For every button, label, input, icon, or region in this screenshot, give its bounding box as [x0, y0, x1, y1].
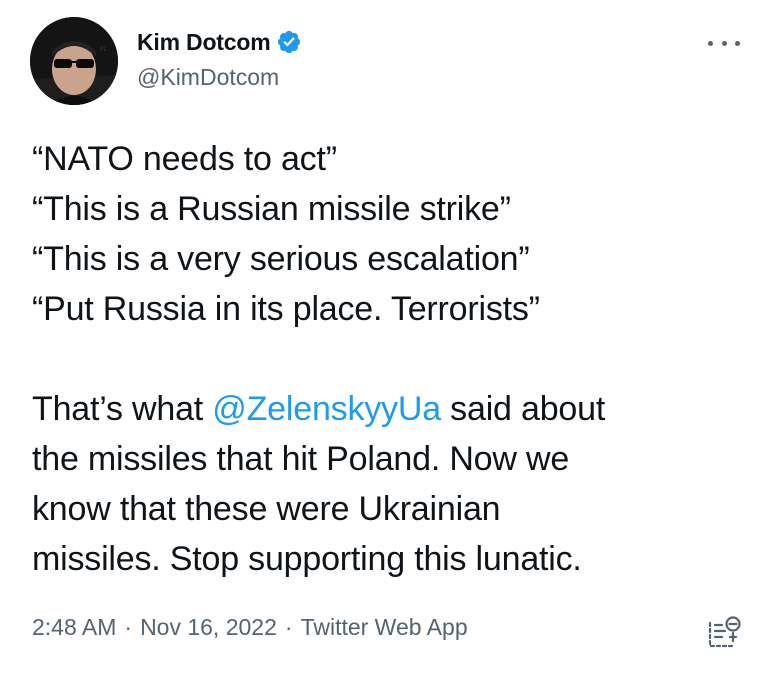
meta-separator: ·	[284, 614, 293, 640]
username-handle[interactable]: @KimDotcom	[137, 64, 302, 91]
body-text: said about	[440, 390, 606, 428]
verified-badge-icon	[278, 30, 301, 54]
mention-link[interactable]: @ZelenskyyUa	[212, 390, 441, 428]
quote-line: “This is a very serious escalation”	[32, 240, 530, 278]
body-line: know that these were Ukrainian	[32, 490, 501, 528]
tweet-source[interactable]: Twitter Web App	[301, 614, 468, 641]
more-dot	[708, 40, 713, 46]
tweet-card: PL Kim Dotcom @KimDotcom “NATO needs to …	[0, 0, 768, 675]
more-options-icon[interactable]	[708, 36, 740, 50]
quote-line: “NATO needs to act”	[32, 140, 337, 178]
display-name[interactable]: Kim Dotcom	[137, 29, 271, 56]
meta-separator: ·	[124, 614, 133, 640]
tweet-text: “NATO needs to act” “This is a Russian m…	[32, 134, 742, 584]
body-text: That’s what	[32, 390, 213, 428]
tweet-metadata: 2:48 AM · Nov 16, 2022 · Twitter Web App	[32, 614, 468, 641]
body-line: the missiles that hit Poland. Now we	[32, 440, 570, 478]
view-tweet-analytics-icon[interactable]	[706, 614, 742, 650]
quote-line: “This is a Russian missile strike”	[32, 190, 511, 228]
avatar[interactable]: PL	[30, 17, 118, 105]
body-line: That’s what @ZelenskyyUa said about	[32, 384, 742, 434]
svg-text:PL: PL	[100, 46, 108, 53]
more-dot	[721, 40, 727, 46]
author-info: Kim Dotcom @KimDotcom	[137, 28, 302, 91]
body-line: missiles. Stop supporting this lunatic.	[32, 540, 582, 578]
avatar-photo-icon: PL	[30, 17, 118, 105]
display-name-row: Kim Dotcom	[137, 28, 302, 56]
quote-line: “Put Russia in its place. Terrorists”	[32, 290, 540, 328]
tweet-date[interactable]: Nov 16, 2022	[140, 614, 277, 641]
more-dot	[735, 40, 740, 46]
tweet-time[interactable]: 2:48 AM	[32, 614, 116, 641]
